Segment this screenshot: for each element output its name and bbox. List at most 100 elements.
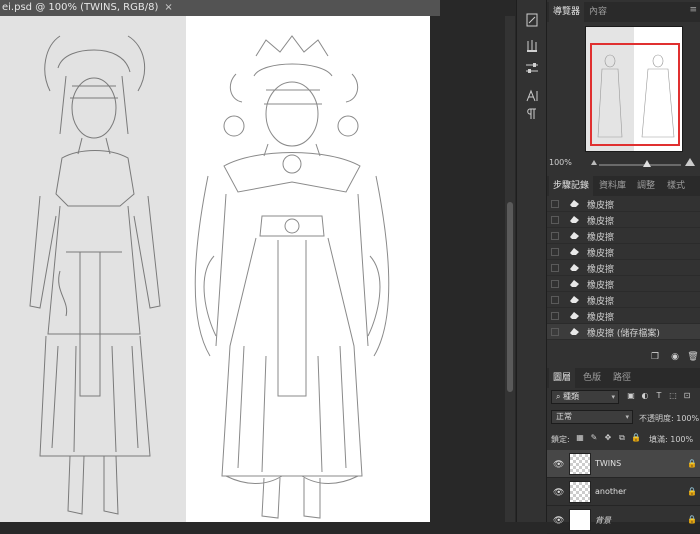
navigator-view-box[interactable] [590, 43, 680, 146]
tab-layers[interactable]: 圖層 [549, 368, 576, 388]
scrollbar-thumb[interactable] [507, 202, 513, 392]
lock-all-icon[interactable]: 🔒 [631, 433, 641, 443]
type-filter-icon[interactable]: T [653, 390, 665, 402]
eraser-icon [570, 312, 579, 319]
zoom-level[interactable]: 100% [549, 158, 572, 167]
close-icon[interactable]: × [164, 2, 172, 13]
lock-icon: 🔒 [687, 459, 697, 468]
vertical-scrollbar[interactable] [505, 16, 515, 522]
history-item[interactable]: 橡皮擦 [547, 196, 700, 212]
brush-preset-icon[interactable] [523, 12, 541, 30]
tab-history[interactable]: 步驟記錄 [549, 176, 594, 196]
new-document-from-state-icon[interactable]: ❐ [649, 351, 661, 363]
history-checkbox[interactable] [551, 328, 559, 336]
layers-tabbar: 圖層 色版 路徑 [547, 368, 700, 388]
history-checkbox[interactable] [551, 216, 559, 224]
history-item-label: 橡皮擦 [587, 249, 615, 259]
right-panels: 導覽器 內容 ≡ 100% 步驟記錄 資料庫 調整 樣式 橡皮擦 橡皮擦 橡皮擦… [546, 0, 700, 534]
eraser-icon [570, 296, 579, 303]
navigator-tabbar: 導覽器 內容 ≡ [547, 2, 700, 22]
tab-paths[interactable]: 路徑 [609, 368, 635, 388]
tab-properties[interactable]: 內容 [585, 2, 611, 22]
history-checkbox[interactable] [551, 296, 559, 304]
history-checkbox[interactable] [551, 200, 559, 208]
history-footer: ❐ ◉ 🗑 [547, 350, 700, 364]
brush-settings-icon[interactable] [523, 38, 541, 56]
adjustment-sliders-icon[interactable] [523, 60, 541, 78]
layer-name[interactable]: 背景 [595, 515, 611, 526]
snapshot-camera-icon[interactable]: ◉ [669, 351, 681, 363]
layer-row-background[interactable]: 👁 背景 🔒 [547, 506, 700, 534]
history-item-current[interactable]: 橡皮擦 (儲存檔案) [547, 324, 700, 340]
kind-filter-select[interactable]: ⌕ 種類 ▾ [551, 390, 619, 404]
opacity-value[interactable]: 100% [676, 414, 699, 423]
tab-styles[interactable]: 樣式 [663, 176, 689, 196]
eraser-icon [570, 328, 579, 335]
figure-sketch-left [29, 35, 161, 515]
eye-icon[interactable]: 👁 [553, 460, 564, 470]
history-checkbox[interactable] [551, 264, 559, 272]
opacity-control[interactable]: 不透明度: 100% [639, 413, 699, 424]
history-item[interactable]: 橡皮擦 [547, 308, 700, 324]
lock-icon: 🔒 [687, 487, 697, 496]
smart-object-filter-icon[interactable]: ⊡ [681, 390, 693, 402]
lock-artboard-icon[interactable]: ⧉ [617, 433, 627, 443]
shape-filter-icon[interactable]: ⬚ [667, 390, 679, 402]
history-item-label: 橡皮擦 [587, 313, 615, 323]
trash-icon[interactable]: 🗑 [687, 351, 699, 363]
eraser-icon [570, 248, 579, 255]
canvas-right-figure [186, 16, 430, 522]
history-checkbox[interactable] [551, 280, 559, 288]
history-item-label: 橡皮擦 [587, 297, 615, 307]
tab-libraries[interactable]: 資料庫 [595, 176, 630, 196]
lock-icon: 🔒 [687, 515, 697, 524]
history-item[interactable]: 橡皮擦 [547, 276, 700, 292]
navigator-thumbnail[interactable] [585, 26, 683, 152]
tab-navigator[interactable]: 導覽器 [549, 2, 585, 22]
layer-thumbnail [569, 509, 591, 531]
history-item-label: 橡皮擦 [587, 233, 615, 243]
history-checkbox[interactable] [551, 248, 559, 256]
layer-row-twins[interactable]: 👁 TWINS 🔒 [547, 450, 700, 478]
panel-menu-icon[interactable]: ≡ [689, 5, 697, 15]
history-item[interactable]: 橡皮擦 [547, 212, 700, 228]
history-item[interactable]: 橡皮擦 [547, 228, 700, 244]
layer-row-another[interactable]: 👁 another 🔒 [547, 478, 700, 506]
lock-transparent-icon[interactable]: ▦ [575, 433, 585, 443]
zoom-out-icon[interactable] [591, 160, 597, 165]
history-item[interactable]: 橡皮擦 [547, 244, 700, 260]
lock-image-icon[interactable]: ✎ [589, 433, 599, 443]
paragraph-icon[interactable] [523, 106, 541, 124]
zoom-in-icon[interactable] [685, 158, 695, 166]
layer-name[interactable]: TWINS [595, 459, 621, 468]
history-checkbox[interactable] [551, 312, 559, 320]
eye-icon[interactable]: 👁 [553, 488, 564, 498]
fill-value[interactable]: 100% [670, 435, 693, 444]
history-item[interactable]: 橡皮擦 [547, 292, 700, 308]
history-list[interactable]: 橡皮擦 橡皮擦 橡皮擦 橡皮擦 橡皮擦 橡皮擦 橡皮擦 橡皮擦 橡皮擦 (儲存檔… [547, 196, 700, 348]
history-item-label: 橡皮擦 [587, 201, 615, 211]
zoom-slider-knob[interactable] [643, 160, 651, 167]
history-item-label: 橡皮擦 [587, 281, 615, 291]
document-tab[interactable]: ei.psd @ 100% (TWINS, RGB/8) × [0, 0, 440, 16]
pixel-filter-icon[interactable]: ▣ [625, 390, 637, 402]
layer-thumbnail [569, 453, 591, 475]
history-item-label: 橡皮擦 (儲存檔案) [587, 329, 660, 339]
history-item[interactable]: 橡皮擦 [547, 260, 700, 276]
tab-adjustments[interactable]: 調整 [633, 176, 659, 196]
adjustment-filter-icon[interactable]: ◐ [639, 390, 651, 402]
lock-position-icon[interactable]: ✥ [603, 433, 613, 443]
fill-control[interactable]: 填滿: 100% [649, 434, 693, 445]
zoom-slider[interactable] [599, 164, 681, 166]
eye-icon[interactable]: 👁 [553, 516, 564, 526]
tab-channels[interactable]: 色版 [579, 368, 605, 388]
layer-name[interactable]: another [595, 487, 626, 496]
history-checkbox[interactable] [551, 232, 559, 240]
history-item-label: 橡皮擦 [587, 265, 615, 275]
canvas-area[interactable] [0, 16, 520, 522]
figure-sketch-right [194, 35, 390, 519]
blend-mode-select[interactable]: 正常 ▾ [551, 410, 633, 424]
history-item-label: 橡皮擦 [587, 217, 615, 227]
panel-toolstrip [516, 0, 546, 522]
character-icon[interactable] [523, 88, 541, 106]
